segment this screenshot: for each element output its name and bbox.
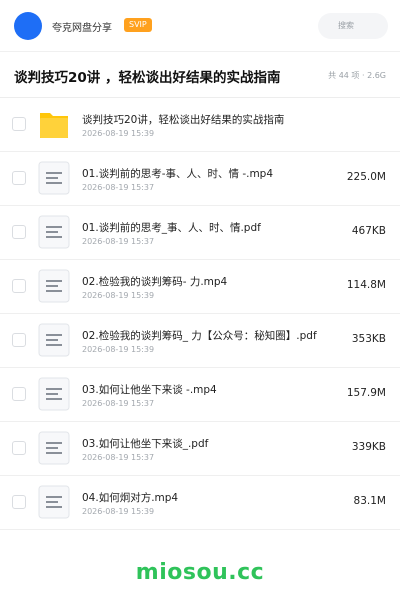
folder-meta: 共 44 项 · 2.6G	[328, 71, 386, 80]
folder-icon	[38, 107, 70, 141]
document-icon	[38, 377, 70, 411]
file-date: 2026-08-19 15:39	[82, 291, 155, 300]
file-checkbox[interactable]	[12, 495, 26, 509]
file-size: 157.9M	[346, 387, 386, 399]
file-checkbox[interactable]	[12, 279, 26, 293]
file-size: 114.8M	[346, 279, 386, 291]
folder-title-bar: 谈判技巧20讲 ，轻松谈出好结果的实战指南 共 44 项 · 2.6G	[0, 52, 400, 98]
file-name[interactable]: 04.如何炯对方.mp4	[82, 490, 332, 505]
file-date: 2026-08-19 15:39	[82, 507, 155, 516]
file-row[interactable]: 01.谈判前的思考_事、人、时、情.pdf 2026-08-19 15:37 467…	[0, 206, 400, 260]
file-row[interactable]: 02.检验我的谈判筹码_ 力【公众号：秘知圈】.pdf 2026-08-19 15…	[0, 314, 400, 368]
document-icon	[38, 215, 70, 249]
document-icon	[38, 323, 70, 357]
file-date: 2026-08-19 15:37	[82, 399, 155, 408]
file-name[interactable]: 01.谈判前的思考-事、人、时、情 -.mp4	[82, 166, 332, 181]
file-checkbox[interactable]	[12, 171, 26, 185]
svip-badge: SVIP	[124, 18, 152, 32]
file-name[interactable]: 谈判技巧20讲，轻松谈出好结果的实战指南	[82, 112, 332, 127]
file-size: 339KB	[351, 441, 386, 453]
app-name: 夸克网盘分享	[52, 23, 112, 34]
file-date: 2026-08-19 15:37	[82, 453, 155, 462]
file-name[interactable]: 02.检验我的谈判筹码- 力.mp4	[82, 274, 332, 289]
header: 夸克网盘分享 SVIP 搜索	[0, 0, 400, 52]
file-list: 谈判技巧20讲，轻松谈出好结果的实战指南 2026-08-19 15:39 01.谈…	[0, 98, 400, 530]
file-date: 2026-08-19 15:39	[82, 345, 155, 354]
file-row[interactable]: 03.如何让他坐下来谈_.pdf 2026-08-19 15:37 339KB	[0, 422, 400, 476]
file-name[interactable]: 03.如何让他坐下来谈_.pdf	[82, 436, 332, 451]
file-date: 2026-08-19 15:37	[82, 237, 155, 246]
document-icon	[38, 485, 70, 519]
file-checkbox[interactable]	[12, 441, 26, 455]
file-date: 2026-08-19 15:39	[82, 129, 155, 138]
document-icon	[38, 431, 70, 465]
file-size: 467KB	[351, 225, 386, 237]
avatar[interactable]	[14, 12, 42, 40]
file-size: 83.1M	[353, 495, 386, 507]
document-icon	[38, 269, 70, 303]
file-row[interactable]: 谈判技巧20讲，轻松谈出好结果的实战指南 2026-08-19 15:39	[0, 98, 400, 152]
file-row[interactable]: 03.如何让他坐下来谈 -.mp4 2026-08-19 15:37 157.9M	[0, 368, 400, 422]
file-checkbox[interactable]	[12, 387, 26, 401]
file-checkbox[interactable]	[12, 333, 26, 347]
file-size: 353KB	[351, 333, 386, 345]
file-checkbox[interactable]	[12, 225, 26, 239]
document-icon	[38, 161, 70, 195]
file-row[interactable]: 01.谈判前的思考-事、人、时、情 -.mp4 2026-08-19 15:37 2…	[0, 152, 400, 206]
file-date: 2026-08-19 15:37	[82, 183, 155, 192]
file-name[interactable]: 02.检验我的谈判筹码_ 力【公众号：秘知圈】.pdf	[82, 328, 332, 343]
file-row[interactable]: 02.检验我的谈判筹码- 力.mp4 2026-08-19 15:39 114.8M	[0, 260, 400, 314]
file-size: 225.0M	[346, 171, 386, 183]
search-input[interactable]: 搜索	[318, 13, 388, 39]
file-row[interactable]: 04.如何炯对方.mp4 2026-08-19 15:39 83.1M	[0, 476, 400, 530]
file-name[interactable]: 03.如何让他坐下来谈 -.mp4	[82, 382, 332, 397]
page-title: 谈判技巧20讲 ，轻松谈出好结果的实战指南	[14, 70, 281, 86]
watermark: miosou.cc	[135, 560, 265, 585]
file-checkbox[interactable]	[12, 117, 26, 131]
file-name[interactable]: 01.谈判前的思考_事、人、时、情.pdf	[82, 220, 332, 235]
